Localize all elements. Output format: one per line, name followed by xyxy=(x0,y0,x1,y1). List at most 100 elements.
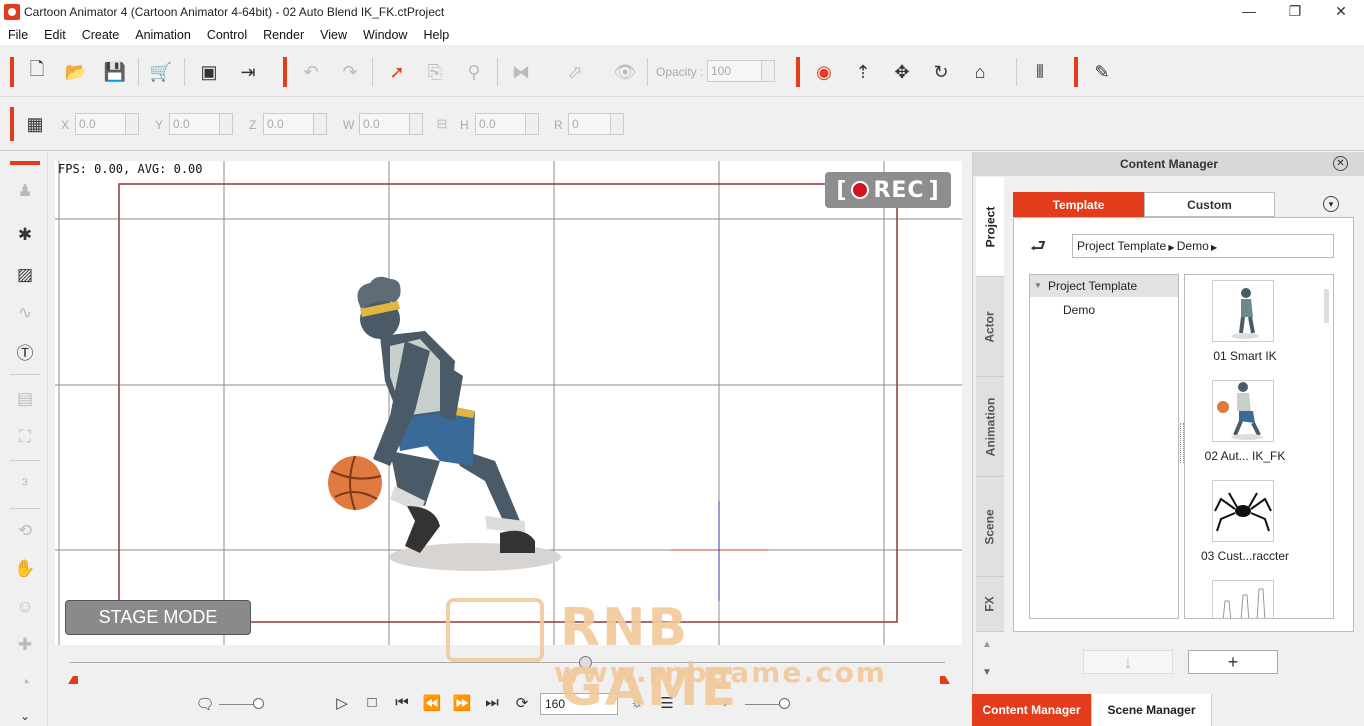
last-frame-icon[interactable]: ⏭ xyxy=(481,694,503,711)
bone-editor-icon[interactable]: ✱ xyxy=(12,222,38,248)
range-end-marker[interactable] xyxy=(940,676,950,684)
download-arrow-button[interactable]: ↓ xyxy=(1083,650,1173,674)
flip-icon[interactable]: ⧓ xyxy=(508,59,534,85)
x-input[interactable]: 0.0 xyxy=(75,113,139,135)
r-label: R xyxy=(554,118,563,132)
more-chevron-icon[interactable]: ⌄ xyxy=(12,708,38,724)
breadcrumb-item[interactable]: Project Template xyxy=(1077,239,1166,253)
prev-frame-icon[interactable]: ⏪ xyxy=(421,694,443,712)
minimize-button[interactable]: — xyxy=(1226,0,1272,24)
menu-help[interactable]: Help xyxy=(415,28,457,42)
menu-animation[interactable]: Animation xyxy=(127,28,199,42)
back-arrow-icon[interactable]: ⮐ xyxy=(1030,234,1046,264)
tab-template[interactable]: Template xyxy=(1013,192,1144,217)
record-button[interactable]: [ REC ] xyxy=(825,172,951,208)
face-icon[interactable]: ☺ xyxy=(12,594,38,620)
head-icon[interactable]: ◔ xyxy=(12,670,38,696)
volume-knob[interactable] xyxy=(253,698,264,709)
body-icon[interactable]: ✚ xyxy=(12,632,38,658)
smart-ik-preview-icon xyxy=(1231,288,1259,339)
tab-scene-manager[interactable]: Scene Manager xyxy=(1092,694,1212,726)
tab-actor[interactable]: Actor xyxy=(976,277,1004,377)
move-up-icon[interactable]: ⇡ xyxy=(850,59,876,85)
menu-file[interactable]: File xyxy=(0,28,36,42)
tab-content-manager[interactable]: Content Manager xyxy=(972,694,1092,726)
sprite-icon[interactable]: ⛶ xyxy=(12,424,38,450)
next-frame-icon[interactable]: ⏩ xyxy=(451,694,473,712)
new-file-icon[interactable]: 🗋 xyxy=(24,59,50,85)
3d-head-icon[interactable]: ³ xyxy=(12,472,38,498)
r-input[interactable]: 0 xyxy=(568,113,624,135)
watermark: RNB GAME www.rnbgame.com xyxy=(446,598,885,718)
thumbnail-smart-ik[interactable] xyxy=(1212,280,1274,342)
menu-control[interactable]: Control xyxy=(199,28,255,42)
menu-window[interactable]: Window xyxy=(355,28,415,42)
script-editor-icon[interactable]: ✎ xyxy=(1089,59,1115,85)
home-camera-icon[interactable]: ⌂ xyxy=(967,59,993,85)
toolbar-divider xyxy=(10,460,40,461)
thumbnail-partial[interactable] xyxy=(1212,580,1274,618)
close-button[interactable]: ✕ xyxy=(1318,0,1364,24)
align-icon[interactable]: ⬀ xyxy=(562,59,588,85)
breadcrumb-item[interactable]: Demo xyxy=(1177,239,1209,253)
play-icon[interactable]: ▷ xyxy=(331,694,353,712)
h-input[interactable]: 0.0 xyxy=(475,113,539,135)
menu-create[interactable]: Create xyxy=(74,28,128,42)
y-input[interactable]: 0.0 xyxy=(169,113,233,135)
link-icon[interactable]: ⚲ xyxy=(461,59,487,85)
tab-scene[interactable]: Scene xyxy=(976,477,1004,577)
timeline-bars-icon[interactable]: ⦀ xyxy=(1027,59,1053,85)
tree-item-demo[interactable]: Demo xyxy=(1030,297,1178,323)
visibility-eye-icon[interactable]: 👁 xyxy=(612,59,638,85)
thumbnail-custom-character[interactable] xyxy=(1212,480,1274,542)
opacity-input[interactable]: 100 xyxy=(707,60,775,82)
w-input[interactable]: 0.0 xyxy=(359,113,423,135)
thumbnail-auto-blend[interactable] xyxy=(1212,380,1274,442)
redo-icon[interactable]: ↷ xyxy=(337,59,363,85)
speech-icon[interactable]: 🗨 xyxy=(194,695,216,713)
open-folder-icon[interactable]: 📂 xyxy=(63,59,89,85)
undo-icon[interactable]: ↶ xyxy=(298,59,324,85)
grid-layout-icon[interactable]: ▦ xyxy=(22,111,48,137)
stage-viewport[interactable]: FPS: 0.00, AVG: 0.00 [ REC ] STAGE MODE xyxy=(55,161,962,645)
z-input[interactable]: 0.0 xyxy=(263,113,327,135)
tree-item-root[interactable]: Project Template xyxy=(1030,275,1178,297)
scroll-down-icon[interactable]: ▼ xyxy=(982,667,992,678)
tab-custom[interactable]: Custom xyxy=(1144,192,1275,217)
actor-icon[interactable]: ♟ xyxy=(12,178,38,204)
puppet-icon[interactable]: ✋ xyxy=(12,556,38,582)
lock-ratio-icon[interactable]: ⊟ xyxy=(429,111,455,137)
preview-render-icon[interactable]: ▣ xyxy=(196,59,222,85)
select-arrow-icon[interactable]: ➚ xyxy=(384,59,410,85)
export-icon[interactable]: ⇥ xyxy=(235,59,261,85)
tab-animation[interactable]: Animation xyxy=(976,377,1004,477)
first-frame-icon[interactable]: ⏮ xyxy=(391,694,413,711)
audio-wave-icon[interactable]: ∿ xyxy=(12,300,38,326)
add-button[interactable]: + xyxy=(1188,650,1278,674)
move-icon[interactable]: ✥ xyxy=(889,59,915,85)
basketball-player-actor[interactable] xyxy=(328,276,561,571)
range-start-marker[interactable] xyxy=(68,676,78,684)
panel-close-icon[interactable]: ✕ xyxy=(1333,156,1348,171)
text-bubble-icon[interactable]: Ⓣ xyxy=(12,338,38,364)
menu-render[interactable]: Render xyxy=(255,28,312,42)
tab-project[interactable]: Project xyxy=(976,177,1004,277)
save-icon[interactable]: 💾 xyxy=(102,59,128,85)
content-store-cart-icon[interactable]: 🛒 xyxy=(148,59,174,85)
loop-icon[interactable]: ⟳ xyxy=(511,694,533,712)
preview-eye-icon[interactable]: ◉ xyxy=(811,59,837,85)
thumbnail-scrollbar[interactable] xyxy=(1324,289,1329,323)
menu-view[interactable]: View xyxy=(312,28,355,42)
menu-edit[interactable]: Edit xyxy=(36,28,74,42)
tab-fx[interactable]: FX xyxy=(976,577,1004,632)
stage-mode-button[interactable]: STAGE MODE xyxy=(65,600,251,635)
scroll-up-icon[interactable]: ▲ xyxy=(982,639,992,650)
stop-icon[interactable]: □ xyxy=(361,694,383,711)
duplicate-icon[interactable]: ⎘ xyxy=(422,59,448,85)
options-chevron-icon[interactable]: ▾ xyxy=(1323,196,1339,212)
rotate-icon[interactable]: ↻ xyxy=(928,59,954,85)
image-editor-icon[interactable]: ▨ xyxy=(12,262,38,288)
motion-icon[interactable]: ⟲ xyxy=(12,518,38,544)
maximize-button[interactable]: ❐ xyxy=(1272,0,1318,24)
grid-icon[interactable]: ▤ xyxy=(12,386,38,412)
